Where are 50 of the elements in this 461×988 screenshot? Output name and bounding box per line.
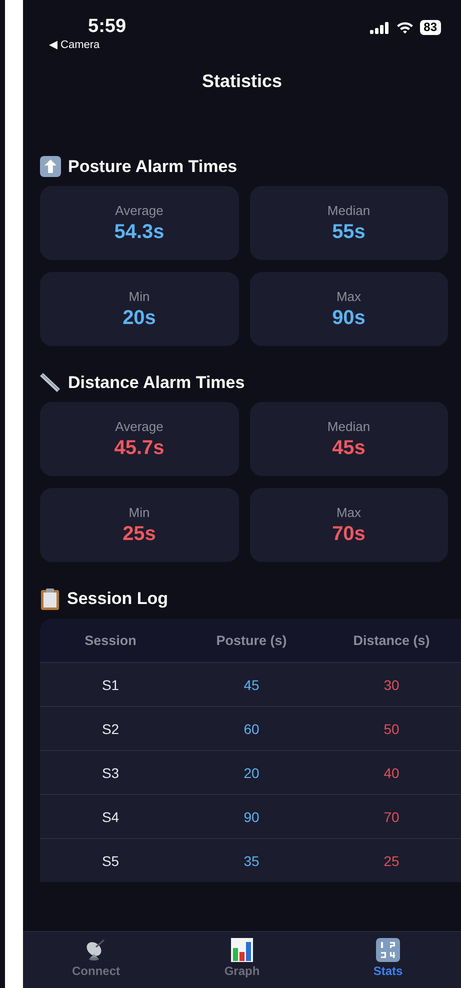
stat-label: Max bbox=[336, 504, 362, 520]
section-heading: Posture Alarm Times bbox=[68, 156, 238, 176]
stat-label: Median bbox=[327, 202, 370, 218]
table-cell-text: 20 bbox=[242, 764, 260, 780]
stat-value: 20s bbox=[122, 306, 156, 330]
stat-value: 45.7s bbox=[114, 436, 164, 460]
table-cell-text: 45 bbox=[242, 676, 260, 692]
table-cell-text: 90 bbox=[242, 808, 260, 824]
column-header: Session bbox=[84, 633, 138, 648]
battery-level: 83 bbox=[420, 20, 441, 35]
screen-title: Statistics bbox=[200, 70, 284, 92]
stat-label: Min bbox=[128, 504, 150, 520]
column-header: Posture (s) bbox=[215, 633, 288, 648]
number-pad-icon bbox=[376, 938, 400, 962]
stat-value: 45s bbox=[332, 436, 366, 460]
stat-value: 25s bbox=[122, 522, 156, 546]
table-cell-text: 60 bbox=[242, 720, 260, 736]
table-cell-text: S4 bbox=[100, 808, 120, 824]
table-cell-text: 70 bbox=[382, 808, 400, 824]
stat-label: Average bbox=[115, 202, 164, 218]
tab[interactable]: Connect bbox=[23, 932, 169, 988]
stat-label: Median bbox=[327, 418, 370, 434]
section-heading: Session Log bbox=[67, 589, 168, 609]
stat-value: 90s bbox=[332, 306, 366, 330]
table-cell-text: 40 bbox=[382, 764, 400, 780]
table-cell-text: S3 bbox=[100, 764, 120, 780]
status-time: 5:59 bbox=[88, 16, 126, 38]
table-cell-text: 35 bbox=[242, 852, 260, 868]
stat-value: 54.3s bbox=[114, 220, 164, 244]
table-cell-text: 50 bbox=[382, 720, 400, 736]
section-heading: Distance Alarm Times bbox=[68, 372, 245, 392]
column-header: Distance (s) bbox=[352, 633, 431, 648]
tab[interactable]: Stats bbox=[315, 932, 461, 988]
stat-label: Average bbox=[115, 418, 164, 434]
stat-label: Min bbox=[128, 288, 150, 304]
table-cell-text: S2 bbox=[100, 720, 120, 736]
stat-value: 55s bbox=[332, 220, 366, 244]
stat-value: 70s bbox=[332, 522, 366, 546]
stat-label: Max bbox=[336, 288, 362, 304]
table-cell-text: S5 bbox=[100, 852, 120, 868]
ruler-icon bbox=[40, 372, 61, 393]
bar-chart-icon bbox=[231, 938, 253, 962]
tab[interactable]: Graph bbox=[169, 932, 315, 988]
table-cell-text: 30 bbox=[382, 676, 400, 692]
back-link[interactable]: ◀ Camera bbox=[49, 38, 100, 52]
table-cell-text: 25 bbox=[382, 852, 400, 868]
signal-icon bbox=[370, 22, 390, 34]
clipboard-icon bbox=[40, 588, 60, 610]
wifi-icon bbox=[396, 21, 414, 34]
table-cell-text: S1 bbox=[100, 676, 120, 692]
